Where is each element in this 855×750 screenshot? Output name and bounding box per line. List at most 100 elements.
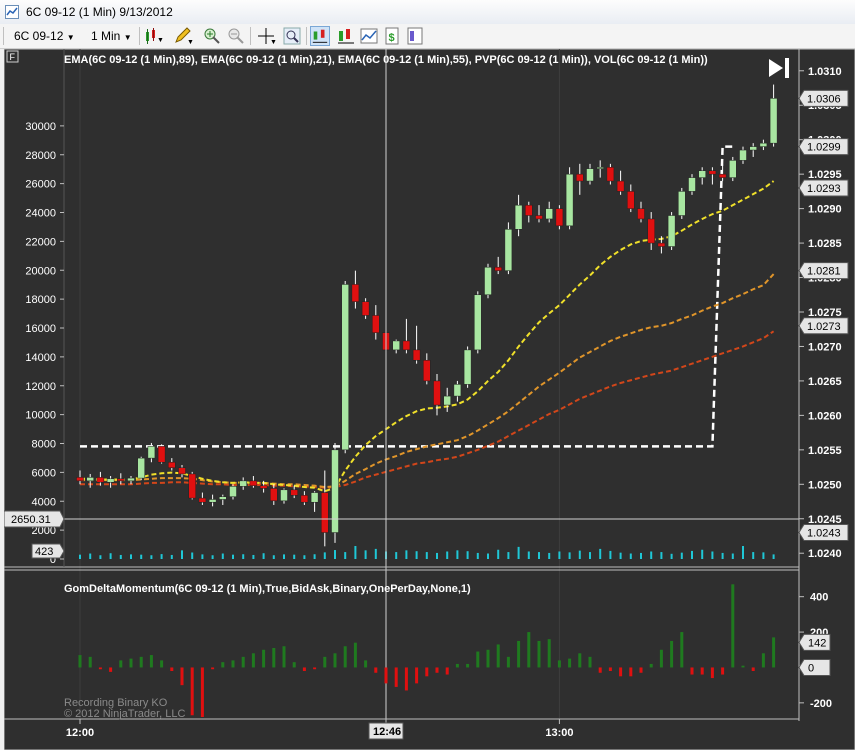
volume-bar [364,550,367,559]
candle-body [708,170,717,175]
candle-body [463,349,472,385]
candle-body [576,173,584,182]
volume-bar [211,555,214,559]
delta-bar [251,653,255,668]
interval-value: 1 Min [91,29,121,43]
candle-body [229,486,237,497]
candle-body [545,208,553,220]
volume-value-label: 423 [35,546,53,558]
volume-bar [323,552,326,559]
delta-bar [415,667,419,684]
candle-body [647,218,655,244]
volume-bar [303,555,306,559]
strategies-icon[interactable] [359,26,379,46]
price-tick-label: 1.0255 [808,445,842,457]
chevron-down-icon: ▼ [123,33,132,42]
candle-body [249,480,258,486]
volume-bar [130,554,132,559]
candle-body [280,489,288,502]
delta-bar [496,644,500,668]
candle-body [606,167,615,182]
price-badge-label: 1.0293 [807,183,841,195]
volume-bar [548,552,551,559]
volume-tick-label: 14000 [25,352,56,364]
candle-body [739,149,747,161]
candle-body [208,499,217,503]
volume-tick-label: 8000 [32,439,56,451]
delta-bar [486,649,490,668]
volume-bar [446,551,449,559]
delta-tick-label: -200 [810,698,832,710]
delta-bar [629,667,633,677]
candle-body [678,191,686,216]
delta-bar [772,637,776,668]
candle-body [259,485,268,489]
delta-bar [88,656,92,668]
price-badge-label: 1.0273 [807,321,841,333]
delta-bar [425,667,429,677]
candle-body [127,477,135,482]
candle-body [525,204,533,216]
chart-area[interactable]: F EMA(6C 09-12 (1 Min),89), EMA(6C 09-12… [4,49,855,750]
volume-bar [436,552,438,559]
price-tick-label: 1.0245 [808,514,842,526]
delta-bar [149,655,153,668]
volume-bar [89,553,92,559]
volume-bar [527,551,530,559]
candle-body [769,98,778,144]
instrument-selector[interactable]: 6C 09-12 ▼ [14,27,75,45]
title-bar: 6C 09-12 (1 Min) 9/13/2012 [0,0,855,25]
chart-canvas[interactable]: F EMA(6C 09-12 (1 Min),89), EMA(6C 09-12… [4,49,855,750]
delta-bar [751,667,755,671]
candle-body [270,488,278,502]
delta-bar [262,649,266,668]
properties-icon[interactable] [405,26,425,46]
volume-bar [313,554,316,559]
candle-body [698,170,706,178]
delta-bar [455,663,459,668]
volume-bar [191,552,194,559]
watermark-line-2: © 2012 NinjaTrader, LLC [64,708,185,720]
dollar-icon[interactable]: $ [382,26,402,46]
zoom-out-icon[interactable] [226,26,246,46]
candle-body [300,495,309,503]
instrument-value: 6C 09-12 [14,29,64,43]
indicators-icon[interactable] [336,26,356,46]
magnifier-icon[interactable] [282,26,302,46]
delta-badge [798,658,831,676]
candle-body [402,340,411,351]
volume-bar [170,554,173,559]
volume-bar [201,554,204,559]
pencil-icon[interactable]: ▼ [173,26,193,46]
interval-selector[interactable]: 1 Min ▼ [91,27,132,45]
price-badge-label: 1.0306 [807,93,841,105]
volume-bar [374,548,377,559]
bar-type-icon[interactable]: ▼ [143,26,163,46]
delta-bar [221,662,225,668]
volume-bar [589,552,591,559]
candle-body [147,446,156,459]
delta-tick-label: 400 [810,592,828,604]
data-box-icon[interactable] [310,26,330,46]
delta-bar [680,632,684,668]
candle-body [117,478,125,482]
candle-body [157,446,166,463]
delta-bar [608,667,612,671]
volume-bar [456,550,459,559]
volume-bar [272,555,275,559]
panel-marker: F [10,52,16,62]
delta-bar [119,660,123,668]
volume-bar [640,552,642,559]
volume-bar [609,550,612,559]
zoom-in-icon[interactable] [202,26,222,46]
volume-bar [425,552,428,559]
candle-body [351,284,360,302]
candle-body [667,215,676,247]
time-tick-label: 12:00 [66,727,94,739]
delta-bar [139,656,143,668]
candle-body [596,167,604,169]
price-tick-label: 1.0310 [808,66,842,78]
candle-body [86,477,94,482]
toolbar-separator [250,27,251,45]
crosshair-icon[interactable]: ▼ [256,26,276,46]
